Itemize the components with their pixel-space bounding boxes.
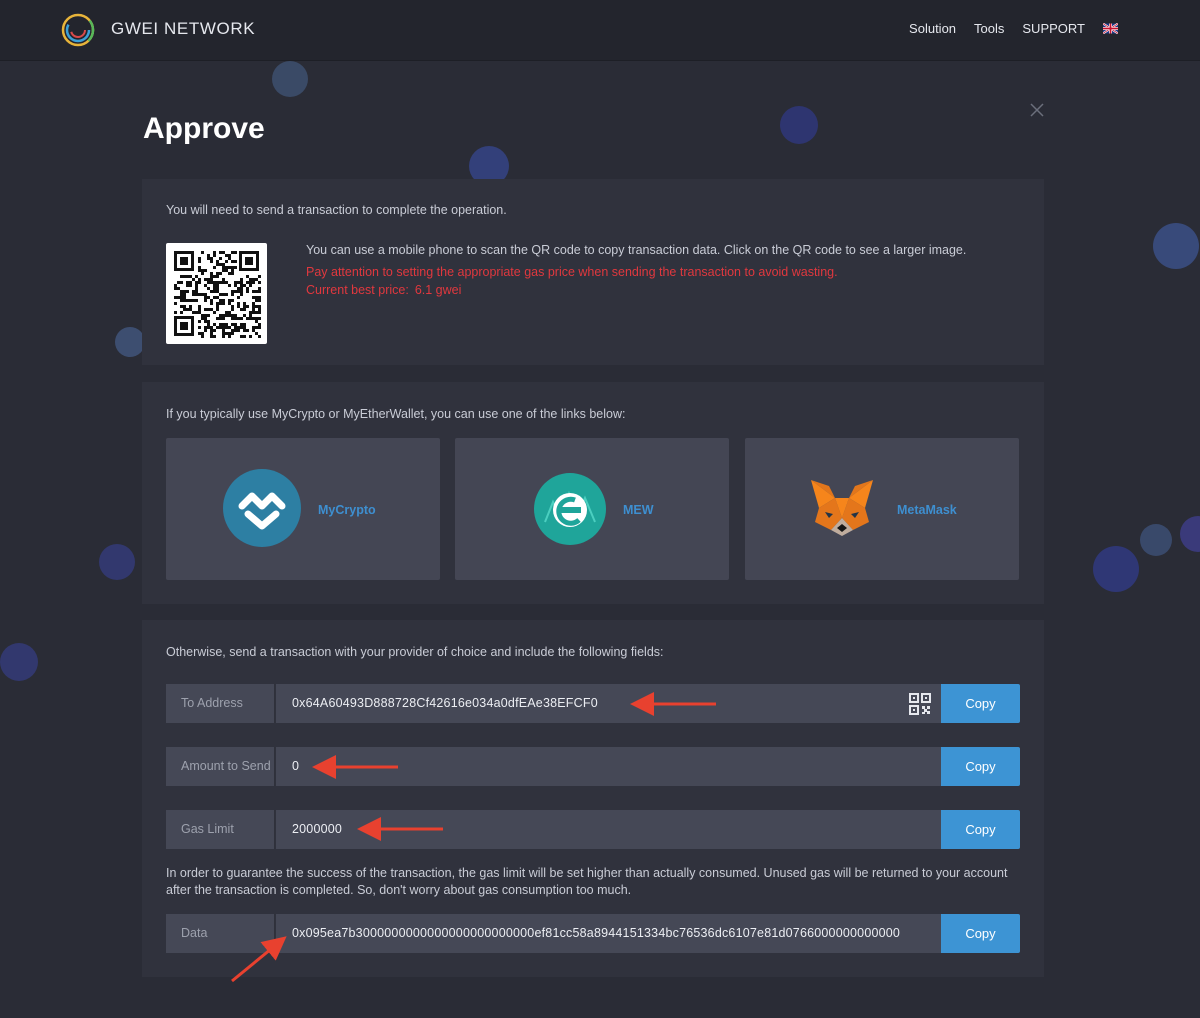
wallet-card-mew[interactable]: MEW xyxy=(455,438,729,580)
current-best-price: Current best price: 6.1 gwei xyxy=(306,283,966,297)
field-label-data: Data xyxy=(166,914,275,953)
qr-code-panel: You will need to send a transaction to c… xyxy=(142,179,1044,365)
top-navigation-bar: GWEI NETWORK Solution Tools SUPPORT xyxy=(0,0,1200,61)
background-bubble xyxy=(1180,516,1200,552)
mycrypto-logo-icon xyxy=(223,469,301,547)
background-bubble xyxy=(780,106,818,144)
background-bubble xyxy=(99,544,135,580)
qr-code-icon[interactable] xyxy=(908,692,932,716)
brand-name[interactable]: GWEI NETWORK xyxy=(111,19,255,39)
modal-title: Approve xyxy=(143,112,265,145)
uk-flag-icon[interactable] xyxy=(1103,23,1118,34)
gwei-logo-icon[interactable] xyxy=(60,12,96,48)
nav-solution[interactable]: Solution xyxy=(909,21,956,36)
background-bubble xyxy=(1153,223,1199,269)
wallet-card-metamask[interactable]: MetaMask xyxy=(745,438,1019,580)
background-bubble xyxy=(272,61,308,97)
background-bubble xyxy=(1093,546,1139,592)
price-value: 6.1 gwei xyxy=(414,283,462,297)
field-data: Data 0x095ea7b3000000000000000000000000e… xyxy=(166,914,1020,953)
transaction-fields-panel: Otherwise, send a transaction with your … xyxy=(142,620,1044,977)
wallet-label-mycrypto: MyCrypto xyxy=(318,503,376,517)
copy-data-button[interactable]: Copy xyxy=(941,914,1020,953)
wallet-card-mycrypto[interactable]: MyCrypto xyxy=(166,438,440,580)
qr-info: You can use a mobile phone to scan the Q… xyxy=(306,243,966,297)
background-bubble xyxy=(115,327,145,357)
wallet-links-panel: If you typically use MyCrypto or MyEther… xyxy=(142,382,1044,604)
background-bubble xyxy=(1140,524,1172,556)
metamask-fox-icon xyxy=(811,480,873,536)
price-label: Current best price: xyxy=(306,283,409,297)
transaction-qr-code[interactable] xyxy=(166,243,267,344)
copy-gas-limit-button[interactable]: Copy xyxy=(941,810,1020,849)
qr-scan-hint: You can use a mobile phone to scan the Q… xyxy=(306,243,967,257)
field-gas-limit: Gas Limit 2000000 Copy xyxy=(166,810,1020,849)
gas-price-warning: Pay attention to setting the appropriate… xyxy=(306,265,838,279)
nav-tools[interactable]: Tools xyxy=(974,21,1004,36)
field-label-amount-to-send: Amount to Send xyxy=(166,747,275,786)
gas-limit-note: In order to guarantee the success of the… xyxy=(166,866,1008,897)
field-label-gas-limit: Gas Limit xyxy=(166,810,275,849)
close-icon[interactable] xyxy=(1029,102,1045,118)
wallet-label-mew: MEW xyxy=(623,503,654,517)
copy-amount-button[interactable]: Copy xyxy=(941,747,1020,786)
background-bubble xyxy=(0,643,38,681)
qr-panel-intro: You will need to send a transaction to c… xyxy=(166,203,507,217)
field-amount-to-send: Amount to Send 0 Copy xyxy=(166,747,1020,786)
data-value[interactable]: 0x095ea7b3000000000000000000000000ef81cc… xyxy=(276,914,941,953)
fields-panel-intro: Otherwise, send a transaction with your … xyxy=(166,645,664,659)
wallet-panel-intro: If you typically use MyCrypto or MyEther… xyxy=(166,407,626,421)
copy-to-address-button[interactable]: Copy xyxy=(941,684,1020,723)
amount-to-send-value[interactable]: 0 xyxy=(276,747,941,786)
to-address-value[interactable]: 0x64A60493D888728Cf42616e034a0dfEAe38EFC… xyxy=(276,684,941,723)
wallet-label-metamask: MetaMask xyxy=(897,503,957,517)
main-navigation: Solution Tools SUPPORT xyxy=(909,21,1118,36)
field-to-address: To Address 0x64A60493D888728Cf42616e034a… xyxy=(166,684,1020,723)
gas-limit-value[interactable]: 2000000 xyxy=(276,810,941,849)
nav-support[interactable]: SUPPORT xyxy=(1022,21,1085,36)
mew-logo-icon xyxy=(534,473,606,545)
field-label-to-address: To Address xyxy=(166,684,275,723)
